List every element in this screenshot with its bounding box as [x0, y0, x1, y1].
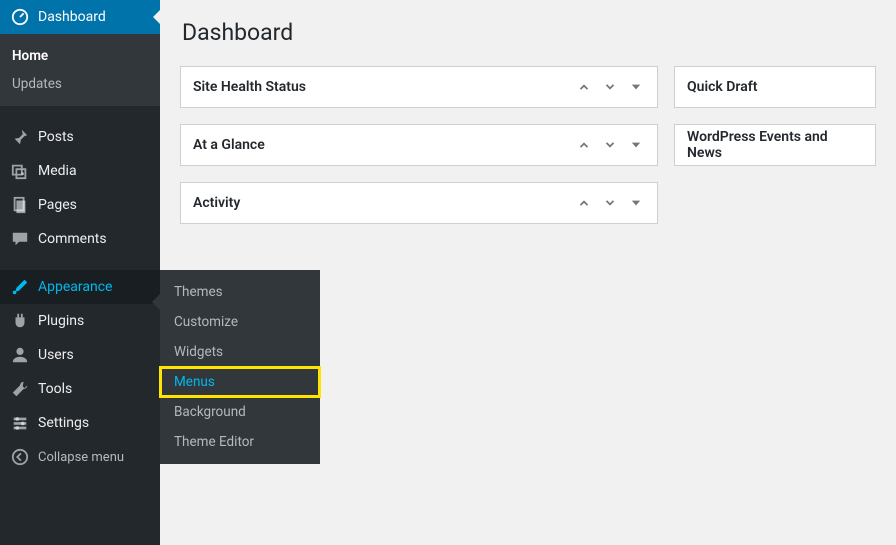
- metabox-title: At a Glance: [193, 137, 575, 153]
- flyout-notch-icon: [152, 294, 160, 310]
- sidebar-label: Comments: [38, 231, 107, 247]
- move-down-icon[interactable]: [601, 196, 619, 210]
- toggle-icon[interactable]: [627, 80, 645, 94]
- metabox-events: WordPress Events and News: [674, 124, 876, 166]
- brush-icon: [10, 277, 30, 297]
- metabox-title: WordPress Events and News: [687, 129, 863, 161]
- move-up-icon[interactable]: [575, 196, 593, 210]
- sidebar-item-posts[interactable]: Posts: [0, 120, 160, 154]
- metabox-activity: Activity: [180, 182, 658, 224]
- sidebar-label: Tools: [38, 381, 72, 397]
- metabox-quick-draft: Quick Draft: [674, 66, 876, 108]
- sidebar-label: Plugins: [38, 313, 84, 329]
- flyout-theme-editor[interactable]: Theme Editor: [160, 427, 320, 457]
- sidebar-label: Settings: [38, 415, 89, 431]
- sidebar-item-appearance[interactable]: Appearance: [0, 270, 160, 304]
- admin-sidebar: Dashboard Home Updates Posts Media Pages…: [0, 0, 160, 545]
- sidebar-item-dashboard[interactable]: Dashboard: [0, 0, 160, 34]
- metabox-header[interactable]: At a Glance: [181, 125, 657, 165]
- appearance-flyout: Themes Customize Widgets Menus Backgroun…: [160, 270, 320, 464]
- toggle-icon[interactable]: [627, 196, 645, 210]
- page-icon: [10, 195, 30, 215]
- dashboard-icon: [10, 7, 30, 27]
- metabox-site-health: Site Health Status: [180, 66, 658, 108]
- toggle-icon[interactable]: [627, 138, 645, 152]
- metabox-actions: [575, 138, 645, 152]
- flyout-widgets[interactable]: Widgets: [160, 337, 320, 367]
- move-up-icon[interactable]: [575, 138, 593, 152]
- sidebar-label: Users: [38, 347, 74, 363]
- metabox-actions: [575, 80, 645, 94]
- flyout-menus[interactable]: Menus: [160, 367, 320, 397]
- pin-icon: [10, 127, 30, 147]
- dashboard-columns: Site Health Status At a Glance: [180, 66, 876, 224]
- move-down-icon[interactable]: [601, 138, 619, 152]
- sidebar-item-collapse[interactable]: Collapse menu: [0, 440, 160, 474]
- flyout-themes[interactable]: Themes: [160, 277, 320, 307]
- page-title: Dashboard: [180, 10, 876, 66]
- sidebar-item-plugins[interactable]: Plugins: [0, 304, 160, 338]
- sidebar-item-media[interactable]: Media: [0, 154, 160, 188]
- move-up-icon[interactable]: [575, 80, 593, 94]
- sidebar-item-tools[interactable]: Tools: [0, 372, 160, 406]
- comment-icon: [10, 229, 30, 249]
- metabox-at-a-glance: At a Glance: [180, 124, 658, 166]
- metabox-header[interactable]: WordPress Events and News: [675, 125, 875, 165]
- metabox-title: Activity: [193, 195, 575, 211]
- sidebar-label: Pages: [38, 197, 77, 213]
- plugin-icon: [10, 311, 30, 331]
- move-down-icon[interactable]: [601, 80, 619, 94]
- flyout-background[interactable]: Background: [160, 397, 320, 427]
- column-right: Quick Draft WordPress Events and News: [674, 66, 876, 224]
- metabox-actions: [575, 196, 645, 210]
- column-left: Site Health Status At a Glance: [180, 66, 658, 224]
- settings-icon: [10, 413, 30, 433]
- metabox-title: Site Health Status: [193, 79, 575, 95]
- sidebar-item-settings[interactable]: Settings: [0, 406, 160, 440]
- sidebar-item-comments[interactable]: Comments: [0, 222, 160, 256]
- submenu-home[interactable]: Home: [0, 42, 160, 70]
- sidebar-label: Collapse menu: [38, 450, 124, 465]
- sidebar-label: Dashboard: [38, 9, 106, 25]
- sidebar-item-users[interactable]: Users: [0, 338, 160, 372]
- sidebar-label: Appearance: [38, 279, 112, 295]
- sidebar-item-pages[interactable]: Pages: [0, 188, 160, 222]
- sidebar-label: Posts: [38, 129, 74, 145]
- submenu-updates[interactable]: Updates: [0, 70, 160, 98]
- metabox-header[interactable]: Quick Draft: [675, 67, 875, 107]
- metabox-header[interactable]: Activity: [181, 183, 657, 223]
- sidebar-label: Media: [38, 163, 77, 179]
- metabox-header[interactable]: Site Health Status: [181, 67, 657, 107]
- user-icon: [10, 345, 30, 365]
- flyout-customize[interactable]: Customize: [160, 307, 320, 337]
- collapse-icon: [10, 447, 30, 467]
- dashboard-submenu: Home Updates: [0, 34, 160, 106]
- main-content: Dashboard Site Health Status At a Glance: [160, 0, 896, 244]
- metabox-title: Quick Draft: [687, 79, 863, 95]
- wrench-icon: [10, 379, 30, 399]
- media-icon: [10, 161, 30, 181]
